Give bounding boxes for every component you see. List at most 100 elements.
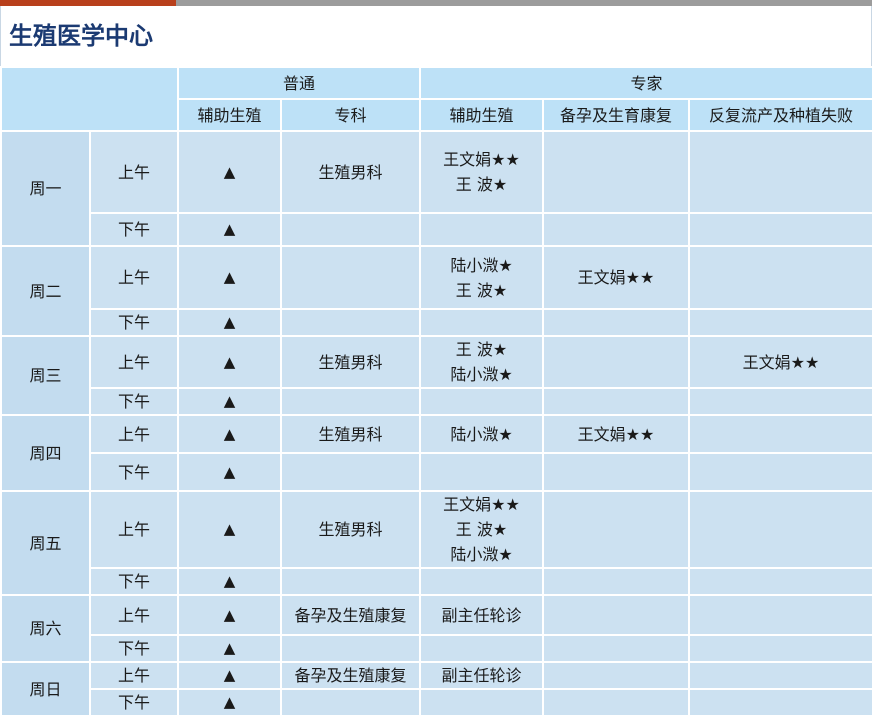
period-label: 上午 [89, 490, 179, 569]
specialty-cell [279, 688, 422, 717]
general-art-marker: ▲ [177, 130, 282, 214]
expert-recurrent-cell [688, 661, 872, 690]
doctor-entry: 王文娟★★ [577, 424, 655, 444]
top-bar [0, 0, 872, 6]
header-general-art: 辅助生殖 [177, 98, 282, 132]
doctor-entry: 陆小溦★ [450, 255, 513, 275]
expert-prep-cell [542, 452, 691, 492]
table-row: 周三 上午 ▲ 生殖男科 王 波★ 陆小溦★ 王文娟★★ [0, 335, 872, 416]
header-expert-art: 辅助生殖 [419, 98, 545, 132]
doctor-entry: 王 波★ [455, 280, 508, 300]
table-row: 周一 上午 ▲ 生殖男科 王文娟★★ 王 波★ [0, 130, 872, 247]
specialty-cell: 生殖男科 [279, 335, 422, 389]
period-label: 下午 [89, 308, 179, 337]
general-art-marker: ▲ [177, 661, 282, 690]
header-group-general: 普通 [176, 66, 422, 100]
expert-art-cell [419, 387, 545, 416]
table-row: 周五 上午 ▲ 生殖男科 王文娟★★ 王 波★ 陆小溦★ [0, 490, 872, 596]
header-corner [0, 66, 179, 132]
expert-recurrent-cell [688, 594, 872, 636]
expert-recurrent-cell [688, 212, 872, 247]
specialty-cell [279, 308, 422, 337]
expert-art-cell: 王文娟★★ 王 波★ 陆小溦★ [419, 490, 545, 569]
specialty-cell [279, 387, 422, 416]
period-label: 上午 [89, 335, 179, 389]
general-art-marker: ▲ [177, 490, 282, 569]
doctor-entry: 陆小溦★ [450, 365, 513, 384]
doctor-entry: 陆小溦★ [450, 545, 513, 564]
top-bar-accent [0, 0, 176, 6]
period-label: 下午 [89, 567, 179, 596]
doctor-entry: 王 波★ [455, 340, 508, 359]
table-row: 周四 上午 ▲ 生殖男科 陆小溦★ 王文娟★★ [0, 414, 872, 492]
doctor-entry: 陆小溦★ [450, 424, 513, 444]
expert-art-cell [419, 452, 545, 492]
specialty-cell: 生殖男科 [279, 414, 422, 454]
general-art-marker: ▲ [177, 567, 282, 596]
period-label: 上午 [89, 245, 179, 310]
expert-prep-cell [542, 594, 691, 636]
expert-recurrent-cell [688, 387, 872, 416]
header-expert-recurrent: 反复流产及种植失败 [688, 98, 872, 132]
schedule-table: 普通 专家 辅助生殖 专科 辅助生殖 备孕及生育康复 反复流产及种植失败 周一上… [0, 66, 872, 717]
expert-prep-cell [542, 634, 691, 663]
specialty-cell: 生殖男科 [279, 490, 422, 569]
day-label: 周四 [0, 414, 91, 492]
expert-prep-cell [542, 335, 691, 389]
expert-prep-cell: 王文娟★★ [542, 414, 691, 454]
expert-art-cell: 王 波★ 陆小溦★ [419, 335, 545, 389]
doctor-entry: 王文娟★★ [742, 352, 820, 372]
expert-prep-cell [542, 130, 691, 214]
period-label: 下午 [89, 452, 179, 492]
table-row: 下午 ▲ [1, 308, 872, 337]
specialty-cell [279, 452, 422, 492]
table-row: 下午 ▲ [1, 634, 872, 663]
expert-recurrent-cell [688, 308, 872, 337]
table-row: 周六 上午 ▲ 备孕及生殖康复 副主任轮诊 [0, 594, 872, 663]
general-art-marker: ▲ [177, 452, 282, 492]
table-row: 下午 ▲ [1, 688, 872, 717]
specialty-cell: 备孕及生殖康复 [279, 661, 422, 690]
specialty-cell: 生殖男科 [279, 130, 422, 214]
expert-recurrent-cell [688, 490, 872, 569]
expert-art-cell: 副主任轮诊 [419, 594, 545, 636]
page-title: 生殖医学中心 [0, 6, 872, 66]
day-label: 周五 [0, 490, 91, 596]
header-group-expert: 专家 [419, 66, 872, 100]
general-art-marker: ▲ [177, 688, 282, 717]
period-label: 下午 [89, 634, 179, 663]
expert-prep-cell [542, 688, 691, 717]
expert-prep-cell [542, 490, 691, 569]
period-label: 上午 [89, 594, 179, 636]
day-label: 周六 [0, 594, 91, 663]
day-label: 周三 [0, 335, 91, 416]
general-art-marker: ▲ [177, 594, 282, 636]
general-art-marker: ▲ [177, 212, 282, 247]
expert-art-cell: 王文娟★★ 王 波★ [419, 130, 545, 214]
expert-prep-cell [542, 387, 691, 416]
expert-recurrent-cell [688, 414, 872, 454]
table-row: 下午 ▲ [1, 567, 872, 596]
expert-recurrent-cell [688, 634, 872, 663]
expert-recurrent-cell [688, 245, 872, 310]
expert-art-cell [419, 308, 545, 337]
general-art-marker: ▲ [177, 387, 282, 416]
specialty-cell: 备孕及生殖康复 [279, 594, 422, 636]
period-label: 下午 [89, 212, 179, 247]
day-label: 周日 [0, 661, 91, 717]
expert-recurrent-cell [688, 130, 872, 214]
expert-prep-cell [542, 308, 691, 337]
expert-art-cell [419, 634, 545, 663]
expert-prep-cell: 王文娟★★ [542, 245, 691, 310]
expert-art-cell: 副主任轮诊 [419, 661, 545, 690]
expert-art-cell: 陆小溦★ 王 波★ [419, 245, 545, 310]
doctor-entry: 副主任轮诊 [441, 666, 522, 685]
expert-recurrent-cell [688, 452, 872, 492]
expert-prep-cell [542, 567, 691, 596]
specialty-cell [279, 634, 422, 663]
doctor-entry: 副主任轮诊 [441, 605, 522, 625]
header-specialty: 专科 [279, 98, 422, 132]
header-expert-prep: 备孕及生育康复 [542, 98, 691, 132]
doctor-entry: 王文娟★★ [577, 268, 655, 287]
table-row: 下午 ▲ [1, 452, 872, 492]
